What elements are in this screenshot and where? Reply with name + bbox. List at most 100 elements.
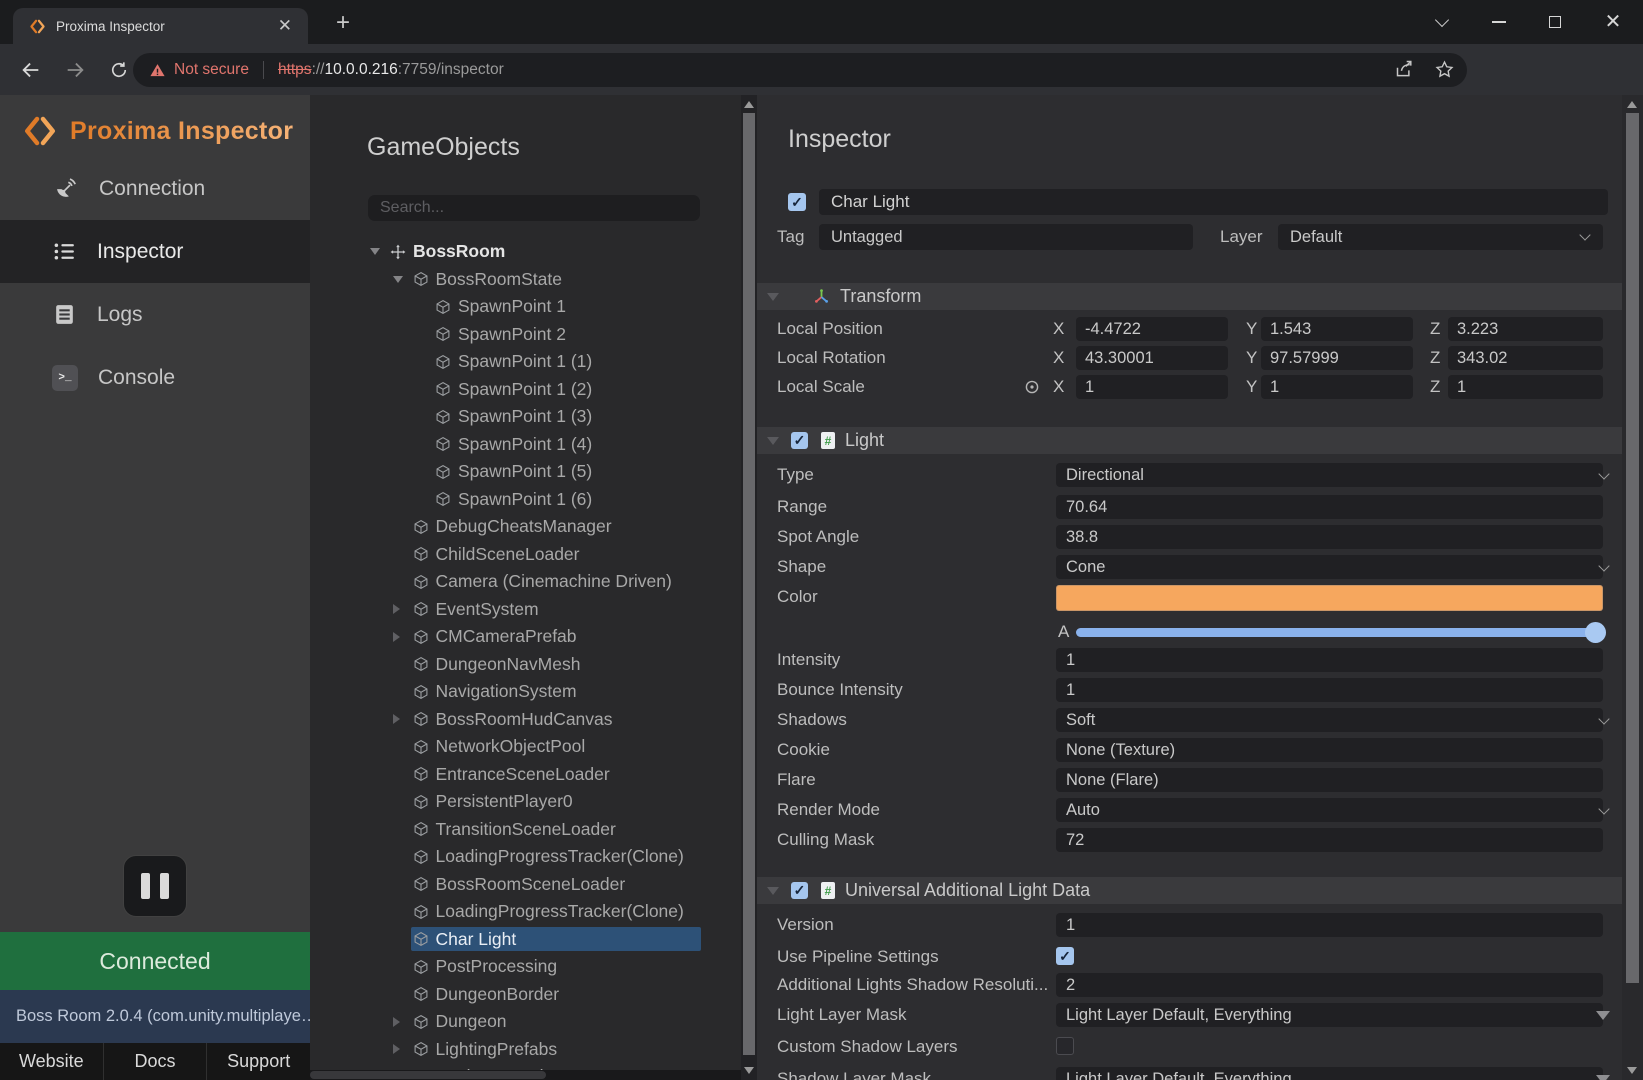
tree-expander-icon[interactable] (393, 714, 411, 724)
tree-item[interactable]: SpawnPoint 2 (433, 322, 701, 346)
value-field[interactable]: None (Texture) (1056, 738, 1603, 762)
tag-field[interactable]: Untagged (819, 224, 1193, 250)
tree-item[interactable]: LoadingProgressTracker(Clone) (411, 845, 702, 869)
inspector-scrollbar-thumb[interactable] (1626, 113, 1639, 983)
value-field[interactable]: 2 (1056, 973, 1603, 997)
new-tab-button[interactable]: + (328, 8, 358, 38)
color-swatch[interactable] (1056, 585, 1603, 611)
tree-expander-icon[interactable] (393, 632, 411, 642)
tree-item[interactable]: DungeonNavMesh (411, 652, 702, 676)
pause-button[interactable] (123, 855, 187, 917)
tree-item[interactable]: BossRoomHudCanvas (411, 707, 702, 731)
sidebar-item-console[interactable]: >_Console (0, 346, 310, 409)
dropdown-field[interactable]: Directional (1056, 463, 1603, 487)
tree-item[interactable]: EventSystem (411, 597, 702, 621)
x-value-field[interactable]: 43.30001 (1076, 346, 1228, 370)
tree-item[interactable]: SpawnPoint 1 (6) (433, 487, 701, 511)
tree-item[interactable]: PostProcessing (411, 955, 702, 979)
tree-item[interactable]: LightingPrefabs (411, 1037, 702, 1061)
slider-thumb[interactable] (1585, 622, 1606, 643)
close-button[interactable]: ✕ (1590, 0, 1636, 44)
footer-link-docs[interactable]: Docs (104, 1043, 208, 1080)
tree-expander-icon[interactable] (393, 1044, 411, 1054)
tree-item[interactable]: DungeonBorder (411, 982, 702, 1006)
tree-horizontal-scrollbar[interactable] (310, 1070, 741, 1080)
tree-expander-icon[interactable] (393, 276, 411, 283)
search-input[interactable] (368, 195, 700, 221)
sidebar-item-inspector[interactable]: Inspector (0, 220, 310, 283)
z-value-field[interactable]: 343.02 (1448, 346, 1603, 370)
footer-link-website[interactable]: Website (0, 1043, 104, 1080)
mask-dropdown-field[interactable]: Light Layer Default, Everything (1056, 1067, 1603, 1080)
scroll-down-icon[interactable] (1627, 1067, 1637, 1074)
maximize-button[interactable] (1532, 0, 1578, 44)
x-value-field[interactable]: -4.4722 (1076, 317, 1228, 341)
tree-expander-icon[interactable] (370, 248, 388, 255)
value-field[interactable]: 1 (1056, 913, 1603, 937)
tree-item[interactable]: LoadingProgressTracker(Clone) (411, 900, 702, 924)
reload-icon[interactable] (106, 57, 132, 83)
sidebar-item-logs[interactable]: Logs (0, 283, 310, 346)
tree-item[interactable]: DebugCheatsManager (411, 515, 702, 539)
value-field[interactable]: 1 (1056, 678, 1603, 702)
alpha-slider[interactable] (1076, 628, 1603, 637)
gameobject-name-field[interactable]: Char Light (819, 189, 1608, 215)
tree-expander-icon[interactable] (393, 604, 411, 614)
tree-item[interactable]: PersistentPlayer0 (411, 790, 702, 814)
tree-item[interactable]: BossRoom (388, 240, 701, 264)
property-checkbox[interactable] (1056, 1037, 1074, 1055)
footer-link-support[interactable]: Support (207, 1043, 310, 1080)
dropdown-field[interactable]: Soft (1056, 708, 1603, 732)
tree-expander-icon[interactable] (393, 1017, 411, 1027)
security-status-label[interactable]: Not secure (174, 61, 249, 79)
z-value-field[interactable]: 1 (1448, 375, 1603, 399)
scroll-up-icon[interactable] (1627, 101, 1637, 108)
tree-item[interactable]: NavigationSystem (411, 680, 702, 704)
scroll-up-icon[interactable] (744, 101, 754, 108)
tree-item[interactable]: SpawnPoint 1 (4) (433, 432, 701, 456)
collapse-triangle-icon[interactable] (767, 437, 779, 445)
layer-dropdown[interactable]: Default (1278, 224, 1603, 250)
tree-item[interactable]: BossRoomSceneLoader (411, 872, 702, 896)
tree-item[interactable]: SpawnPoint 1 (5) (433, 460, 701, 484)
tab-search-chevron-icon[interactable] (1419, 0, 1465, 44)
back-icon[interactable] (18, 57, 44, 83)
collapse-triangle-icon[interactable] (767, 887, 779, 895)
tree-item[interactable]: SpawnPoint 1 (1) (433, 350, 701, 374)
tree-item[interactable]: Camera (Cinemachine Driven) (411, 570, 702, 594)
tree-item[interactable]: Dungeon (411, 1010, 702, 1034)
link-scale-icon[interactable] (1024, 379, 1040, 400)
value-field[interactable]: 72 (1056, 828, 1603, 852)
tree-item[interactable]: SpawnPoint 1 (2) (433, 377, 701, 401)
sidebar-item-connection[interactable]: Connection (0, 157, 310, 220)
light-section-header[interactable]: ✓ # Light (757, 427, 1622, 454)
tree-item[interactable]: NetworkObjectPool (411, 735, 702, 759)
tree-item[interactable]: CMCameraPrefab (411, 625, 702, 649)
tree-item[interactable]: SpawnPoint 1 (433, 295, 701, 319)
tree-item[interactable]: SpawnPoint 1 (3) (433, 405, 701, 429)
light-enabled-checkbox[interactable]: ✓ (791, 432, 808, 449)
uald-enabled-checkbox[interactable]: ✓ (791, 882, 808, 899)
tree-item[interactable]: ChildSceneLoader (411, 542, 702, 566)
tree-item[interactable]: Char Light (411, 927, 702, 951)
x-value-field[interactable]: 1 (1076, 375, 1228, 399)
z-value-field[interactable]: 3.223 (1448, 317, 1603, 341)
value-field[interactable]: 70.64 (1056, 495, 1603, 519)
uald-section-header[interactable]: ✓ # Universal Additional Light Data (757, 877, 1622, 904)
dropdown-field[interactable]: Cone (1056, 555, 1603, 579)
gameobject-enabled-checkbox[interactable]: ✓ (788, 193, 806, 211)
tree-vertical-scrollbar[interactable] (741, 95, 757, 1080)
tab-close-icon[interactable]: ✕ (274, 16, 296, 36)
value-field[interactable]: 1 (1056, 648, 1603, 672)
tree-item[interactable]: EntranceSceneLoader (411, 762, 702, 786)
browser-tab[interactable]: Proxima Inspector ✕ (13, 8, 308, 44)
minimize-button[interactable] (1476, 0, 1522, 44)
tree-item[interactable]: BossRoomState (411, 267, 702, 291)
transform-section-header[interactable]: Transform (757, 283, 1622, 310)
tree-item[interactable]: TransitionSceneLoader (411, 817, 702, 841)
value-field[interactable]: 38.8 (1056, 525, 1603, 549)
value-field[interactable]: None (Flare) (1056, 768, 1603, 792)
scroll-down-icon[interactable] (744, 1067, 754, 1074)
y-value-field[interactable]: 1.543 (1261, 317, 1413, 341)
collapse-triangle-icon[interactable] (767, 293, 779, 301)
